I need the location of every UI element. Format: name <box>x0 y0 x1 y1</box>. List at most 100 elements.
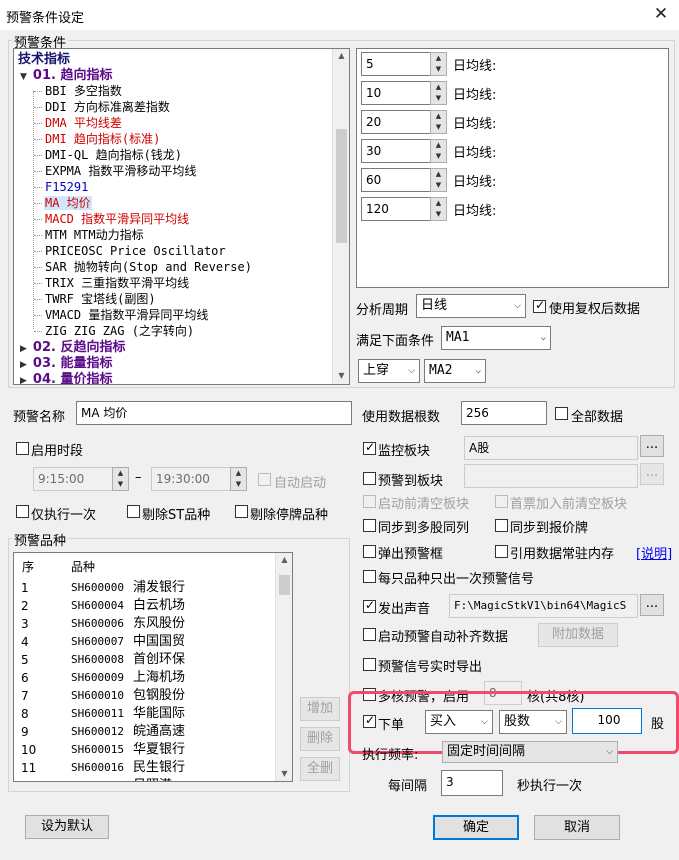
tree-item[interactable]: BBI 多空指数 <box>34 83 123 99</box>
down-icon[interactable]: ▼ <box>431 151 446 162</box>
tree-category[interactable]: ▼ 01. 趋向指标 <box>20 67 112 83</box>
monitor-block-input[interactable]: A股 <box>464 436 638 460</box>
up-icon[interactable]: ▲ <box>431 169 446 180</box>
up-icon[interactable]: ▲ <box>113 468 128 479</box>
order-checkbox[interactable]: ✓ <box>363 713 376 728</box>
expand-icon[interactable]: ▶ <box>20 344 27 354</box>
table-row[interactable]: 5 SH600008 首创环保 <box>14 651 274 669</box>
param-value-input[interactable]: 60 <box>361 168 431 192</box>
down-icon[interactable]: ▼ <box>113 479 128 490</box>
stock-scrollbar[interactable]: ▲ ▼ <box>275 553 292 781</box>
delete-button[interactable]: 删除 <box>300 727 340 751</box>
param-spinner[interactable]: ▲ ▼ <box>430 168 447 192</box>
down-icon[interactable]: ▼ <box>231 479 246 490</box>
time-end-spinner[interactable]: ▲ ▼ <box>230 467 247 491</box>
extra-data-button[interactable]: 附加数据 <box>538 623 618 647</box>
param-spinner[interactable]: ▲ ▼ <box>430 197 447 221</box>
popup-checkbox[interactable] <box>363 545 376 558</box>
auto-fill-checkbox[interactable] <box>363 628 376 641</box>
stock-list[interactable]: 序 品种 1 SH600000 浦发银行 2 SH600004 白云机场 3 SH600006… <box>13 552 293 782</box>
tree-category[interactable]: ▶ 04. 量价指标 <box>20 371 112 384</box>
up-icon[interactable]: ▲ <box>431 53 446 64</box>
param-value-input[interactable]: 30 <box>361 139 431 163</box>
tree-item[interactable]: SAR 抛物转向(Stop and Reverse) <box>34 259 253 275</box>
condition-select[interactable]: MA1 ⌵ <box>441 326 551 350</box>
down-icon[interactable]: ▼ <box>431 209 446 220</box>
table-row[interactable]: 3 SH600006 东风股份 <box>14 615 274 633</box>
alert-block-browse-button[interactable]: ... <box>640 463 664 485</box>
time-start-spinner[interactable]: ▲ ▼ <box>112 467 129 491</box>
table-row[interactable]: 9 SH600012 皖通高速 <box>14 723 274 741</box>
down-icon[interactable]: ▼ <box>431 180 446 191</box>
tree-item[interactable]: ZIG ZIG ZAG (之字转向) <box>34 323 195 339</box>
sync-multi-checkbox[interactable] <box>363 519 376 532</box>
data-count-input[interactable]: 256 <box>461 401 547 425</box>
tree-item[interactable]: DDI 方向标准离差指数 <box>34 99 171 115</box>
clear-before-first-checkbox[interactable] <box>495 495 508 508</box>
realtime-export-checkbox[interactable] <box>363 658 376 671</box>
collapse-icon[interactable]: ▼ <box>20 72 27 82</box>
alert-to-block-checkbox[interactable] <box>363 472 376 485</box>
tree-root[interactable]: 技术指标 <box>18 51 70 67</box>
tree-category[interactable]: ▶ 03. 能量指标 <box>20 355 112 371</box>
param-value-input[interactable]: 20 <box>361 110 431 134</box>
order-unit-select[interactable]: 股数 ⌵ <box>499 710 567 734</box>
tree-item[interactable]: DMA 平均线差 <box>34 115 123 131</box>
expand-icon[interactable]: ▶ <box>20 376 27 384</box>
param-spinner[interactable]: ▲ ▼ <box>430 52 447 76</box>
param-spinner[interactable]: ▲ ▼ <box>430 81 447 105</box>
exec-freq-select[interactable]: 固定时间间隔 ⌵ <box>442 741 618 763</box>
order-qty-input[interactable]: 100 <box>572 708 642 734</box>
auto-start-checkbox[interactable] <box>258 473 271 486</box>
exclude-suspended-checkbox[interactable] <box>235 505 248 518</box>
tree-item[interactable]: MACD 指数平滑异同平均线 <box>34 211 190 227</box>
param-value-input[interactable]: 120 <box>361 197 431 221</box>
tree-scroll-thumb[interactable] <box>336 129 347 243</box>
cross-select[interactable]: 上穿 ⌵ <box>358 359 420 383</box>
cancel-button[interactable]: 取消 <box>534 815 620 840</box>
indicator-tree[interactable]: 技术指标 ▼ 01. 趋向指标 BBI 多空指数 DDI 方向标准离差指数 DMA 平均线… <box>13 48 350 385</box>
enable-time-checkbox[interactable] <box>16 442 29 455</box>
table-row[interactable]: 11 SH600016 民生银行 <box>14 759 274 777</box>
down-icon[interactable]: ▼ <box>431 122 446 133</box>
sound-path-input[interactable]: F:\MagicStkV1\bin64\MagicS <box>449 594 638 618</box>
clear-before-start-checkbox[interactable] <box>363 495 376 508</box>
tree-item[interactable]: TWRF 宝塔线(副图) <box>34 291 157 307</box>
all-data-checkbox[interactable] <box>555 407 568 420</box>
add-button[interactable]: 增加 <box>300 697 340 721</box>
tree-item[interactable]: MA 均价 <box>34 195 92 211</box>
tree-item[interactable]: TRIX 三重指数平滑平均线 <box>34 275 190 291</box>
table-row[interactable]: 7 SH600010 包钢股份 <box>14 687 274 705</box>
table-row[interactable]: 6 SH600009 上海机场 <box>14 669 274 687</box>
param-spinner[interactable]: ▲ ▼ <box>430 139 447 163</box>
col-name-header[interactable]: 品种 <box>71 558 95 575</box>
target-select[interactable]: MA2 ⌵ <box>424 359 486 383</box>
scroll-up-icon[interactable]: ▲ <box>276 555 292 564</box>
table-row[interactable]: 1 SH600000 浦发银行 <box>14 579 274 597</box>
sound-checkbox[interactable]: ✓ <box>363 598 376 613</box>
param-value-input[interactable]: 10 <box>361 81 431 105</box>
tree-scrollbar[interactable]: ▲ ▼ <box>332 49 349 384</box>
tree-category[interactable]: ▶ 02. 反趋向指标 <box>20 339 125 355</box>
scroll-down-icon[interactable]: ▼ <box>276 769 292 778</box>
order-side-select[interactable]: 买入 ⌵ <box>425 710 493 734</box>
tree-item[interactable]: PRICEOSC Price Oscillator <box>34 243 227 259</box>
tree-item[interactable]: EXPMA 指数平滑移动平均线 <box>34 163 197 179</box>
tree-item[interactable]: VMACD 量指数平滑异同平均线 <box>34 307 209 323</box>
down-icon[interactable]: ▼ <box>431 93 446 104</box>
tree-item[interactable]: MTM MTM动力指标 <box>34 227 145 243</box>
up-icon[interactable]: ▲ <box>231 468 246 479</box>
table-row[interactable]: 4 SH600007 中国国贸 <box>14 633 274 651</box>
once-per-stock-checkbox[interactable] <box>363 570 376 583</box>
table-row[interactable]: 12 SH600017 日照港 <box>14 777 274 781</box>
up-icon[interactable]: ▲ <box>431 111 446 122</box>
scroll-up-icon[interactable]: ▲ <box>333 51 349 60</box>
exclude-st-checkbox[interactable] <box>127 505 140 518</box>
clear-button[interactable]: 全删 <box>300 757 340 781</box>
monitor-block-checkbox[interactable]: ✓ <box>363 440 376 455</box>
col-seq-header[interactable]: 序 <box>22 558 34 575</box>
sync-quote-checkbox[interactable] <box>495 519 508 532</box>
up-icon[interactable]: ▲ <box>431 82 446 93</box>
down-icon[interactable]: ▼ <box>431 64 446 75</box>
table-row[interactable]: 2 SH600004 白云机场 <box>14 597 274 615</box>
